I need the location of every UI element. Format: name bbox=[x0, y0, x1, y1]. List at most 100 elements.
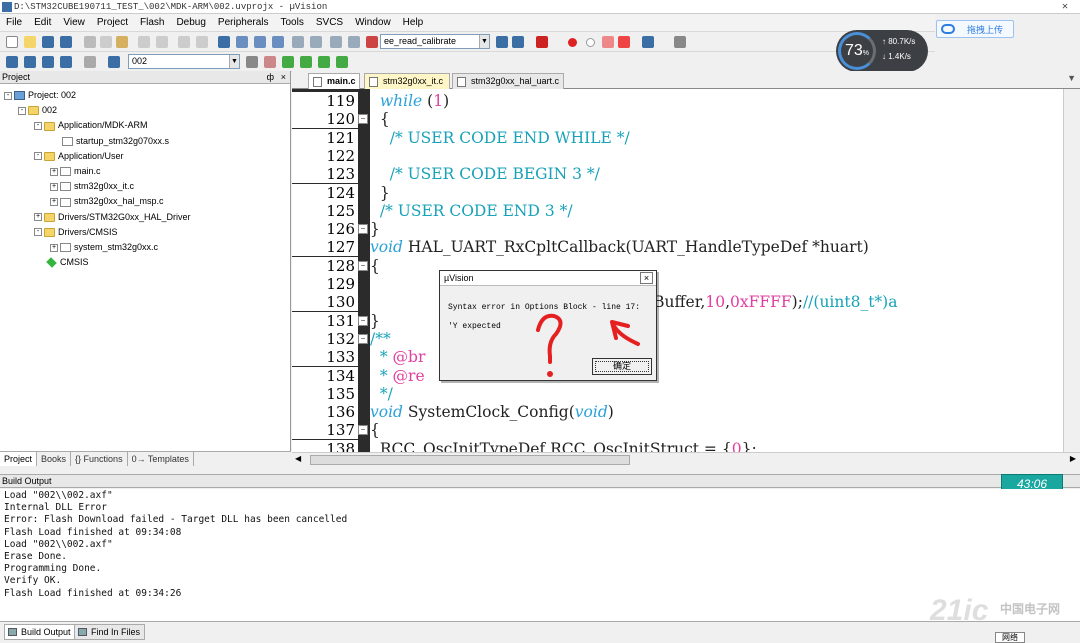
fold-toggle-icon[interactable]: − bbox=[358, 224, 368, 235]
breakpoint-clear-icon[interactable] bbox=[602, 36, 614, 48]
menu-item-svcs[interactable]: SVCS bbox=[310, 14, 349, 31]
code-line[interactable]: void HAL_UART_RxCpltCallback(UART_Handle… bbox=[370, 238, 869, 256]
find-icon[interactable] bbox=[496, 36, 508, 48]
network-button[interactable]: 网络 bbox=[995, 632, 1025, 643]
code-line[interactable]: { bbox=[370, 257, 380, 275]
code-line[interactable]: /* USER CODE BEGIN 3 */ bbox=[370, 165, 600, 183]
tree-item[interactable]: + main.c bbox=[50, 165, 101, 177]
bookmark-clear-icon[interactable] bbox=[272, 36, 284, 48]
cut-icon[interactable] bbox=[84, 36, 96, 48]
code-line[interactable]: void SystemClock_Config(void) bbox=[370, 403, 614, 421]
tree-item[interactable]: - 002 bbox=[18, 104, 57, 116]
code-line[interactable]: /** bbox=[370, 330, 391, 348]
tree-item[interactable]: - Project: 002 bbox=[4, 89, 76, 101]
download-icon[interactable] bbox=[108, 56, 120, 68]
chevron-down-icon[interactable]: ▼ bbox=[229, 55, 239, 68]
menu-item-flash[interactable]: Flash bbox=[134, 14, 170, 31]
configure-icon[interactable] bbox=[674, 36, 686, 48]
new-file-icon[interactable] bbox=[6, 36, 18, 48]
output-tab[interactable]: Build Output bbox=[4, 624, 76, 640]
close-icon[interactable]: × bbox=[281, 71, 286, 84]
code-line[interactable]: /* USER CODE END WHILE */ bbox=[370, 129, 630, 147]
menu-item-peripherals[interactable]: Peripherals bbox=[212, 14, 275, 31]
code-line[interactable]: */ bbox=[370, 385, 393, 403]
editor-vertical-scrollbar[interactable] bbox=[1063, 89, 1080, 454]
select-packs-icon[interactable] bbox=[318, 56, 330, 68]
expand-icon[interactable]: + bbox=[50, 182, 58, 191]
menu-item-edit[interactable]: Edit bbox=[28, 14, 57, 31]
tree-item[interactable]: + system_stm32g0xx.c bbox=[50, 241, 158, 253]
upload-badge[interactable]: 拖拽上传 bbox=[936, 20, 1014, 38]
editor-tab[interactable]: stm32g0xx_it.c bbox=[364, 73, 450, 89]
dialog-close-button[interactable]: × bbox=[640, 272, 653, 284]
target-options-icon[interactable] bbox=[246, 56, 258, 68]
output-tab[interactable]: Find In Files bbox=[74, 624, 146, 640]
fold-toggle-icon[interactable]: − bbox=[358, 114, 368, 125]
code-line[interactable]: { bbox=[370, 110, 390, 128]
tree-item[interactable]: CMSIS bbox=[34, 256, 89, 269]
expand-icon[interactable]: + bbox=[50, 198, 58, 207]
incremental-find-icon[interactable] bbox=[512, 36, 524, 48]
manage-run-time-icon[interactable] bbox=[282, 56, 294, 68]
stop-build-icon[interactable] bbox=[84, 56, 96, 68]
editor-tab[interactable]: main.c bbox=[308, 73, 360, 90]
code-line[interactable]: /* USER CODE END 3 */ bbox=[370, 202, 573, 220]
comment-icon[interactable] bbox=[330, 36, 342, 48]
file-extensions-icon[interactable] bbox=[264, 56, 276, 68]
save-icon[interactable] bbox=[42, 36, 54, 48]
code-line[interactable]: * @re bbox=[370, 367, 425, 385]
chevron-down-icon[interactable]: ▼ bbox=[479, 35, 489, 48]
pack-installer-icon[interactable] bbox=[300, 56, 312, 68]
find-combo[interactable]: ee_read_calibrate ▼ bbox=[380, 34, 490, 49]
fold-toggle-icon[interactable]: − bbox=[358, 260, 368, 271]
panel-tab[interactable]: 0→ Templates bbox=[128, 452, 194, 466]
fold-toggle-icon[interactable]: − bbox=[358, 333, 368, 344]
menu-item-debug[interactable]: Debug bbox=[170, 14, 211, 31]
redo-icon[interactable] bbox=[156, 36, 168, 48]
debug-session-icon[interactable] bbox=[536, 36, 548, 48]
collapse-icon[interactable]: - bbox=[34, 122, 42, 131]
panel-tab[interactable]: {} Functions bbox=[71, 452, 128, 466]
find-in-files-icon[interactable] bbox=[366, 36, 378, 48]
tree-item[interactable]: + stm32g0xx_hal_msp.c bbox=[50, 195, 164, 207]
bookmark-next-icon[interactable] bbox=[254, 36, 266, 48]
menu-item-project[interactable]: Project bbox=[91, 14, 134, 31]
breakpoint-disable-icon[interactable] bbox=[586, 38, 595, 47]
indent-icon[interactable] bbox=[292, 36, 304, 48]
scroll-left-icon[interactable]: ◀ bbox=[295, 454, 301, 463]
copy-icon[interactable] bbox=[100, 36, 112, 48]
collapse-icon[interactable]: - bbox=[4, 91, 12, 100]
code-line[interactable]: } bbox=[370, 184, 390, 202]
tree-item[interactable]: - Drivers/CMSIS bbox=[34, 226, 118, 238]
code-editor[interactable]: 119 120−121 122 123 124 125 126−127 128−129 130 1… bbox=[292, 89, 1080, 454]
save-all-icon[interactable] bbox=[60, 36, 72, 48]
fold-toggle-icon[interactable]: − bbox=[358, 425, 368, 436]
rebuild-icon[interactable] bbox=[42, 56, 54, 68]
menu-item-file[interactable]: File bbox=[0, 14, 28, 31]
code-line[interactable]: { bbox=[370, 421, 380, 439]
fold-toggle-icon[interactable]: − bbox=[358, 315, 368, 326]
tree-item[interactable]: startup_stm32g070xx.s bbox=[50, 135, 169, 147]
target-combo[interactable]: 002 ▼ bbox=[128, 54, 240, 69]
pin-icon[interactable]: ф bbox=[267, 71, 274, 84]
menu-item-window[interactable]: Window bbox=[349, 14, 397, 31]
scroll-right-icon[interactable]: ▶ bbox=[1070, 454, 1076, 463]
menu-item-help[interactable]: Help bbox=[397, 14, 430, 31]
breakpoint-kill-icon[interactable] bbox=[618, 36, 630, 48]
batch-build-icon[interactable] bbox=[60, 56, 72, 68]
translate-icon[interactable] bbox=[6, 56, 18, 68]
tree-item[interactable]: + Drivers/STM32G0xx_HAL_Driver bbox=[34, 211, 191, 223]
collapse-icon[interactable]: - bbox=[18, 106, 26, 115]
open-folder-icon[interactable] bbox=[24, 36, 36, 48]
code-line[interactable]: } bbox=[370, 312, 380, 330]
code-line[interactable]: } bbox=[370, 220, 380, 238]
nav-back-icon[interactable] bbox=[178, 36, 190, 48]
bookmark-icon[interactable] bbox=[218, 36, 230, 48]
menu-item-tools[interactable]: Tools bbox=[275, 14, 310, 31]
menu-item-view[interactable]: View bbox=[57, 14, 91, 31]
tab-list-icon[interactable]: ▼ bbox=[1067, 73, 1076, 83]
tree-item[interactable]: - Application/User bbox=[34, 150, 124, 162]
nav-forward-icon[interactable] bbox=[196, 36, 208, 48]
editor-tab[interactable]: stm32g0xx_hal_uart.c bbox=[452, 73, 564, 89]
expand-icon[interactable]: + bbox=[50, 243, 58, 252]
